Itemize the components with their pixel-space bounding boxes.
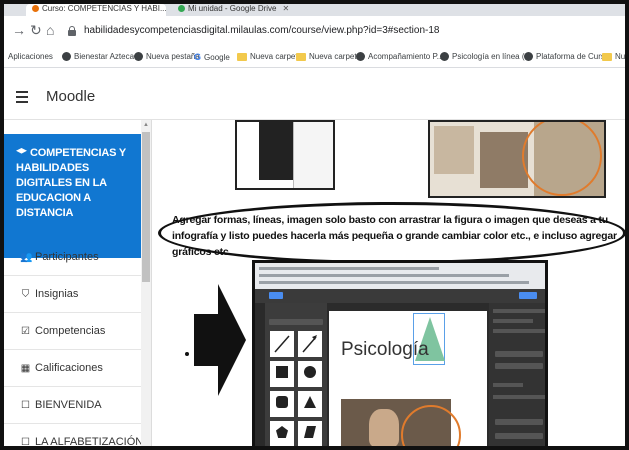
- site-brand[interactable]: Moodle: [46, 88, 95, 105]
- sidebar-item-participantes[interactable]: 👥 Participantes: [4, 240, 141, 276]
- globe-icon: [356, 52, 365, 61]
- circle-shape-tile: [298, 361, 322, 387]
- folder-icon: ☐: [21, 400, 30, 411]
- triangle-shape-tile: [298, 391, 322, 417]
- embedded-browser-chrome: [255, 263, 545, 289]
- shape-search: [269, 319, 323, 325]
- shield-icon: ⛉: [21, 289, 30, 300]
- browser-tab-drive[interactable]: Mi unidad - Google Drive ✕: [172, 4, 292, 16]
- editor-side-strip: [255, 303, 265, 446]
- sidebar-scrollbar[interactable]: ▲: [141, 120, 151, 446]
- globe-icon: [524, 52, 533, 61]
- table-icon: ▦: [20, 363, 31, 374]
- users-icon: 👥: [20, 252, 33, 263]
- globe-icon: [440, 52, 449, 61]
- drive-favicon-icon: [178, 5, 185, 12]
- close-tab-icon[interactable]: ✕: [282, 4, 289, 13]
- forward-arrow-icon[interactable]: →: [12, 22, 26, 38]
- canvas-photo: [341, 399, 461, 446]
- instruction-text: Agregar formas, líneas, imagen solo bast…: [172, 214, 617, 258]
- sidebar-item-alfabetizacion[interactable]: ☐ LA ALFABETIZACIÓN: [4, 425, 143, 448]
- folder-icon: [602, 53, 612, 61]
- moodle-favicon-icon: [32, 5, 39, 12]
- sidebar-item-insignias[interactable]: ⛉ Insignias: [4, 277, 141, 313]
- course-nav-drawer: COMPETENCIAS Y HABILIDADES DIGITALES EN …: [4, 120, 152, 448]
- bookmark-bienestar-azteca[interactable]: Bienestar Azteca: [62, 52, 134, 61]
- bookmark-nueva-carpeta-2[interactable]: Nueva carpeta: [296, 52, 361, 61]
- arrow-shape-tile: [298, 331, 322, 357]
- scrollbar-thumb[interactable]: [142, 132, 150, 282]
- shapes-panel: [265, 303, 327, 446]
- editor-toolbar: [255, 289, 545, 303]
- bookmark-plataforma[interactable]: Plataforma de Curs...: [524, 52, 612, 61]
- sidebar-item-bienvenida[interactable]: ☐ BIENVENIDA: [4, 388, 141, 424]
- globe-icon: [134, 52, 143, 61]
- bookmark-google[interactable]: G Google: [194, 52, 230, 62]
- rounded-square-shape-tile: [270, 391, 294, 417]
- home-icon[interactable]: ⌂: [46, 22, 54, 38]
- bookmark-apps[interactable]: Aplicaciones: [8, 52, 53, 61]
- reload-icon[interactable]: ↻: [30, 22, 42, 38]
- screenshot-image-left: [235, 120, 335, 190]
- folder-icon: ☐: [21, 437, 30, 448]
- sidebar-item-calificaciones[interactable]: ▦ Calificaciones: [4, 351, 141, 387]
- editor-screenshot: Psicología: [252, 260, 548, 446]
- square-shape-tile: [270, 361, 294, 387]
- course-content: Agregar formas, líneas, imagen solo bast…: [152, 120, 625, 446]
- address-bar: → ↻ ⌂ habilidadesycompetenciasdigital.mi…: [4, 16, 625, 46]
- bookmark-acompanamiento[interactable]: Acompañamiento P...: [356, 52, 443, 61]
- screenshot-image-right: [428, 120, 606, 198]
- course-title: COMPETENCIAS Y HABILIDADES DIGITALES EN …: [16, 147, 126, 219]
- folder-icon: [296, 53, 306, 61]
- sidebar-item-competencias[interactable]: ☑ Competencias: [4, 314, 141, 350]
- editor-canvas: Psicología: [329, 311, 487, 446]
- url-field[interactable]: habilidadesycompetenciasdigital.milaulas…: [64, 22, 624, 42]
- globe-icon: [62, 52, 71, 61]
- bookmark-nueva-pestana[interactable]: Nueva pestaña: [134, 52, 200, 61]
- graduation-cap-icon: [16, 148, 27, 154]
- arrow-right-icon: [194, 284, 246, 396]
- menu-icon[interactable]: [16, 91, 28, 103]
- checkbox-icon: ☑: [21, 326, 30, 337]
- browser-tab-course[interactable]: Curso: COMPETENCIAS Y HABI...✕: [26, 4, 166, 16]
- bookmarks-bar: Aplicaciones Bienestar Azteca Nueva pest…: [4, 46, 625, 68]
- google-icon: G: [194, 52, 202, 62]
- bookmark-psicologia[interactable]: Psicología en línea (...: [440, 52, 531, 61]
- lock-icon: [68, 26, 76, 36]
- tab-label: Mi unidad - Google Drive: [188, 4, 277, 13]
- folder-icon: [237, 53, 247, 61]
- bullet-point: [185, 352, 189, 356]
- scroll-up-icon[interactable]: ▲: [143, 122, 149, 128]
- bookmark-nueva-carpeta-1[interactable]: Nueva carpeta: [237, 52, 302, 61]
- moodle-navbar: Moodle: [4, 76, 625, 120]
- bookmark-nueva[interactable]: Nueva: [602, 52, 625, 61]
- tab-label: Curso: COMPETENCIAS Y HABI...: [42, 4, 166, 13]
- screenshot-frame: Curso: COMPETENCIAS Y HABI...✕ Mi unidad…: [0, 0, 629, 450]
- properties-panel: [489, 303, 545, 446]
- line-shape-tile: [270, 331, 294, 357]
- canvas-title: Psicología: [341, 339, 429, 360]
- url-text: habilidadesycompetenciasdigital.milaulas…: [84, 25, 440, 36]
- browser-tab-strip: Curso: COMPETENCIAS Y HABI...✕ Mi unidad…: [4, 4, 625, 16]
- parallelogram-shape-tile: [298, 421, 322, 446]
- pentagon-shape-tile: [270, 421, 294, 446]
